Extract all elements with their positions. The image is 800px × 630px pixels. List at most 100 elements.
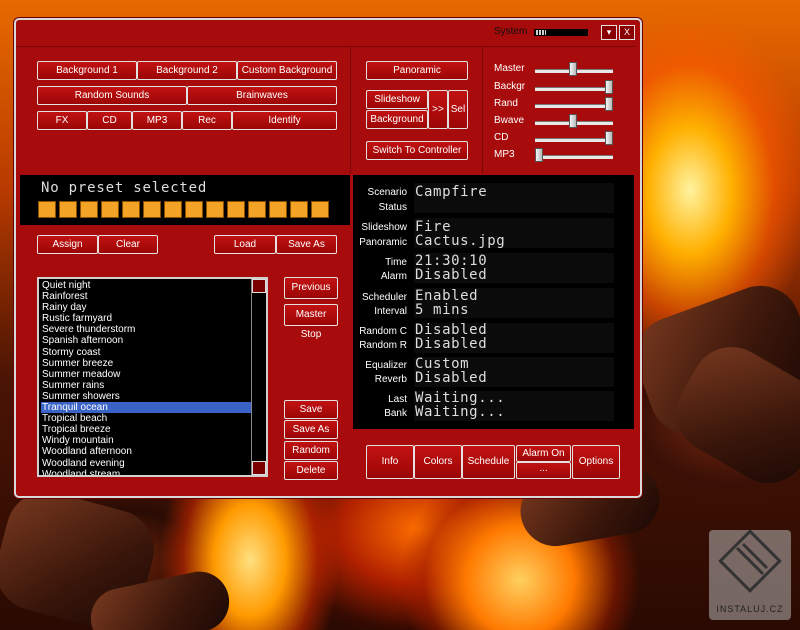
save-button[interactable]: Save bbox=[284, 400, 338, 419]
presets-listbox[interactable]: Quiet night Rainforest Rainy day Rustic far… bbox=[37, 277, 268, 477]
level-segment bbox=[206, 201, 224, 218]
interval-label: Interval bbox=[374, 306, 407, 317]
panoramic-button[interactable]: Panoramic bbox=[366, 61, 468, 80]
last-label: Last bbox=[388, 394, 407, 405]
list-item[interactable]: Rainy day bbox=[41, 302, 253, 313]
delete-button[interactable]: Delete bbox=[284, 461, 338, 480]
alarm-on-button[interactable]: Alarm On bbox=[516, 445, 571, 462]
info-button[interactable]: Info bbox=[366, 445, 414, 479]
custom-background-button[interactable]: Custom Background bbox=[237, 61, 337, 80]
list-item[interactable]: Woodland afternoon bbox=[41, 446, 253, 457]
switch-to-controller-button[interactable]: Switch To Controller bbox=[366, 141, 468, 160]
brainwaves-button[interactable]: Brainwaves bbox=[187, 86, 337, 105]
level-segment bbox=[101, 201, 119, 218]
save-as-button-top[interactable]: Save As bbox=[276, 235, 337, 254]
cd-button[interactable]: CD bbox=[87, 111, 132, 130]
background-volume-thumb[interactable] bbox=[605, 80, 613, 94]
mp3-volume-thumb[interactable] bbox=[535, 148, 543, 162]
level-segment bbox=[269, 201, 287, 218]
cd-volume-thumb[interactable] bbox=[605, 131, 613, 145]
random-volume-track[interactable] bbox=[535, 104, 613, 108]
site-watermark: INSTALUJ.CZ bbox=[709, 529, 791, 620]
assign-button[interactable]: Assign bbox=[37, 235, 98, 254]
slider-label-cd: CD bbox=[494, 132, 509, 143]
list-item[interactable]: Spanish afternoon bbox=[41, 335, 253, 346]
slider-label-rand: Rand bbox=[494, 98, 518, 109]
list-item[interactable]: Rustic farmyard bbox=[41, 313, 253, 324]
list-item[interactable]: Summer breeze bbox=[41, 358, 253, 369]
random-volume-thumb[interactable] bbox=[605, 97, 613, 111]
list-item[interactable]: Tranquil ocean bbox=[41, 402, 253, 414]
scroll-up-arrow[interactable] bbox=[252, 279, 266, 293]
random-sounds-button[interactable]: Random Sounds bbox=[37, 86, 187, 105]
title-bar: System ▾ X bbox=[16, 20, 640, 42]
master-stop-button[interactable]: Master Stop bbox=[284, 304, 338, 340]
preset-level-bar bbox=[38, 201, 329, 218]
brainwave-volume-thumb[interactable] bbox=[568, 114, 577, 128]
select-image-button[interactable]: Sel bbox=[448, 90, 468, 129]
divider bbox=[482, 46, 483, 174]
scenario-value: Campfire bbox=[415, 184, 488, 200]
list-item[interactable]: Quiet night bbox=[41, 280, 253, 291]
rec-button[interactable]: Rec bbox=[182, 111, 232, 130]
previous-button[interactable]: Previous bbox=[284, 277, 338, 299]
slideshow-label: Slideshow bbox=[361, 222, 407, 233]
options-button[interactable]: Options bbox=[572, 445, 620, 479]
divider bbox=[350, 46, 351, 174]
list-item[interactable]: Summer showers bbox=[41, 391, 253, 402]
interval-value: 5 mins bbox=[415, 302, 470, 318]
background-2-button[interactable]: Background 2 bbox=[137, 61, 237, 80]
colors-button[interactable]: Colors bbox=[414, 445, 462, 479]
scroll-down-arrow[interactable] bbox=[252, 461, 266, 475]
list-item[interactable]: Windy mountain bbox=[41, 435, 253, 446]
status-label: Status bbox=[378, 202, 407, 213]
list-item[interactable]: Summer rains bbox=[41, 380, 253, 391]
background-volume-track[interactable] bbox=[535, 87, 613, 91]
list-item[interactable]: Tropical beach bbox=[41, 413, 253, 424]
list-item[interactable]: Severe thunderstorm bbox=[41, 324, 253, 335]
scheduler-label: Scheduler bbox=[361, 292, 407, 303]
menu-dropdown-icon[interactable]: ▾ bbox=[601, 25, 617, 40]
list-item[interactable]: Rainforest bbox=[41, 291, 253, 302]
mp3-button[interactable]: MP3 bbox=[132, 111, 182, 130]
system-volume-slider[interactable] bbox=[534, 29, 588, 36]
list-item[interactable]: Summer meadow bbox=[41, 369, 253, 380]
list-item[interactable]: Woodland evening bbox=[41, 458, 253, 469]
alarm-label: Alarm bbox=[380, 271, 407, 282]
next-image-button[interactable]: >> bbox=[428, 90, 448, 129]
slider-label-master: Master bbox=[494, 63, 525, 74]
slider-label-backgr: Backgr bbox=[494, 81, 526, 92]
presets-list[interactable]: Quiet night Rainforest Rainy day Rustic far… bbox=[41, 280, 253, 475]
list-item[interactable]: Woodland stream bbox=[41, 469, 253, 475]
master-volume-thumb[interactable] bbox=[568, 62, 577, 76]
panoramic-label: Panoramic bbox=[359, 237, 407, 248]
list-scrollbar[interactable] bbox=[251, 279, 266, 475]
cd-volume-track[interactable] bbox=[535, 138, 613, 142]
clear-button[interactable]: Clear bbox=[98, 235, 158, 254]
close-icon[interactable]: X bbox=[619, 25, 635, 40]
level-segment bbox=[38, 201, 56, 218]
level-segment bbox=[185, 201, 203, 218]
background-image-button[interactable]: Background bbox=[366, 110, 428, 129]
alarm-value: Disabled bbox=[415, 267, 488, 283]
alarm-settings-button[interactable]: ... bbox=[516, 462, 571, 479]
level-segment bbox=[80, 201, 98, 218]
mp3-volume-track[interactable] bbox=[535, 155, 613, 159]
background-1-button[interactable]: Background 1 bbox=[37, 61, 137, 80]
bank-label: Bank bbox=[384, 408, 407, 419]
slideshow-button[interactable]: Slideshow bbox=[366, 90, 428, 109]
save-as-button[interactable]: Save As bbox=[284, 420, 338, 439]
list-item[interactable]: Tropical breeze bbox=[41, 424, 253, 435]
main-window: System ▾ X Background 1 Background 2 Cus… bbox=[14, 18, 642, 498]
random-button[interactable]: Random bbox=[284, 441, 338, 460]
slider-label-bwave: Bwave bbox=[494, 115, 525, 126]
level-segment bbox=[290, 201, 308, 218]
scenario-label: Scenario bbox=[367, 187, 407, 198]
fx-button[interactable]: FX bbox=[37, 111, 87, 130]
schedule-button[interactable]: Schedule bbox=[462, 445, 515, 479]
list-item[interactable]: Stormy coast bbox=[41, 347, 253, 358]
time-label: Time bbox=[385, 257, 407, 268]
reverb-label: Reverb bbox=[374, 374, 407, 385]
load-button[interactable]: Load bbox=[214, 235, 276, 254]
identify-button[interactable]: Identify bbox=[232, 111, 337, 130]
